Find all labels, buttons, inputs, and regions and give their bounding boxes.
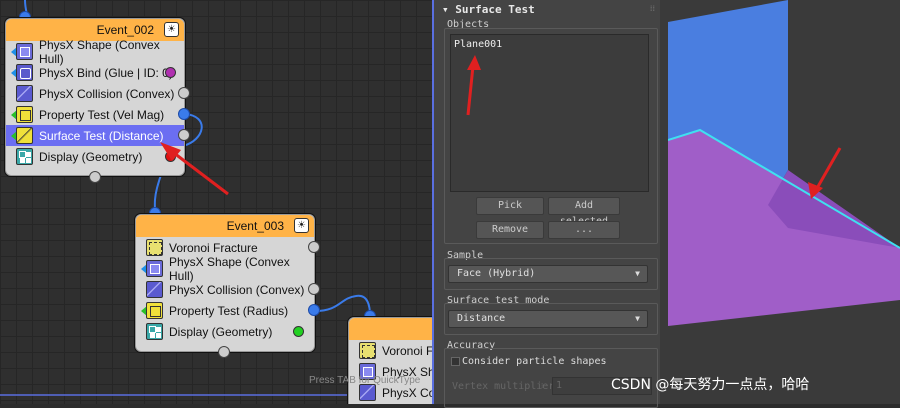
panel-title[interactable]: ▾ Surface Test — [442, 3, 535, 16]
3d-viewport[interactable] — [668, 0, 900, 404]
chevron-down-icon: ▼ — [635, 269, 640, 278]
vertex-multiplier-label: Vertex multiplier: — [452, 381, 561, 392]
annotation-arrow-left — [160, 142, 229, 196]
surface-test-mode-dropdown[interactable]: Distance ▼ — [448, 310, 648, 328]
spinner-icon[interactable]: ⁞ — [541, 382, 543, 390]
remove-button[interactable]: Remove — [476, 221, 544, 239]
consider-particle-shapes-checkbox[interactable] — [451, 357, 460, 366]
annotation-arrow-viewport — [814, 147, 842, 191]
mode-value: Distance — [457, 313, 506, 324]
consider-particle-shapes-label: Consider particle shapes — [462, 356, 607, 367]
sample-dropdown[interactable]: Face (Hybrid) ▼ — [448, 265, 648, 283]
list-item[interactable]: Plane001 — [454, 39, 502, 50]
watermark-text: CSDN @每天努力一点点，哈哈 — [611, 377, 810, 393]
grip-icon[interactable]: ⁞⁞ — [650, 4, 655, 13]
add-selected-button[interactable]: Add selected — [548, 197, 620, 227]
chevron-down-icon: ▼ — [635, 314, 640, 323]
sample-value: Face (Hybrid) — [457, 268, 536, 279]
more-button[interactable]: ... — [548, 221, 620, 239]
viewport-scene — [668, 0, 900, 326]
panel-title-text: Surface Test — [455, 3, 535, 16]
pick-button[interactable]: Pick — [476, 197, 544, 215]
objects-listbox[interactable]: Plane001 — [450, 34, 649, 192]
particle-view-canvas[interactable]: Event_002 ☀ PhysX Shape (Convex Hull) Ph… — [0, 0, 434, 404]
panel-scrollbar[interactable] — [660, 0, 668, 404]
